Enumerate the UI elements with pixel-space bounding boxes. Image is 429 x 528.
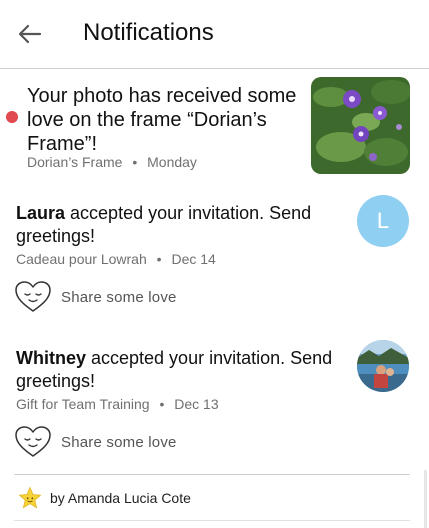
app-bar: Notifications — [0, 0, 429, 69]
heart-icon[interactable] — [14, 280, 52, 314]
footer-credit: by Amanda Lucia Cote — [18, 485, 191, 511]
notification-text: Laura accepted your invitation. Send gre… — [16, 203, 312, 246]
notification-text: Your photo has received some love on the… — [27, 85, 297, 155]
user-name: Laura — [16, 203, 66, 223]
back-button[interactable] — [14, 20, 46, 48]
author-name: Amanda Lucia Cote — [67, 490, 191, 506]
photo-thumbnail[interactable] — [311, 77, 410, 174]
notification-date: Dec 13 — [174, 396, 219, 412]
separator: • — [156, 251, 162, 267]
divider — [14, 474, 410, 475]
notification-text: Whitney accepted your invitation. Send g… — [16, 348, 333, 391]
user-name: Whitney — [16, 348, 86, 368]
notification-meta: Gift for Team Training • Dec 13 — [16, 396, 219, 412]
star-icon — [18, 486, 42, 509]
avatar[interactable] — [357, 340, 409, 392]
notification-meta: Cadeau pour Lowrah • Dec 14 — [16, 251, 216, 267]
notification-meta: Dorian’s Frame • Monday — [27, 154, 197, 170]
divider — [14, 520, 410, 521]
back-arrow-icon — [18, 24, 42, 44]
avatar[interactable]: L — [357, 195, 409, 247]
avatar-initial: L — [376, 208, 390, 233]
notification-date: Dec 14 — [171, 251, 216, 267]
page-title: Notifications — [83, 19, 214, 46]
separator: • — [132, 154, 138, 170]
share-love-button[interactable]: Share some love — [61, 434, 177, 451]
separator: • — [159, 396, 165, 412]
footer-text: by Amanda Lucia Cote — [50, 490, 191, 506]
notification-date: Monday — [147, 154, 197, 170]
share-love-button[interactable]: Share some love — [61, 289, 177, 306]
frame-name: Gift for Team Training — [16, 396, 150, 412]
unread-indicator — [6, 111, 18, 123]
frame-name: Cadeau pour Lowrah — [16, 251, 147, 267]
heart-icon[interactable] — [14, 425, 52, 459]
frame-name: Dorian’s Frame — [27, 154, 123, 170]
scrollbar[interactable] — [424, 470, 427, 528]
